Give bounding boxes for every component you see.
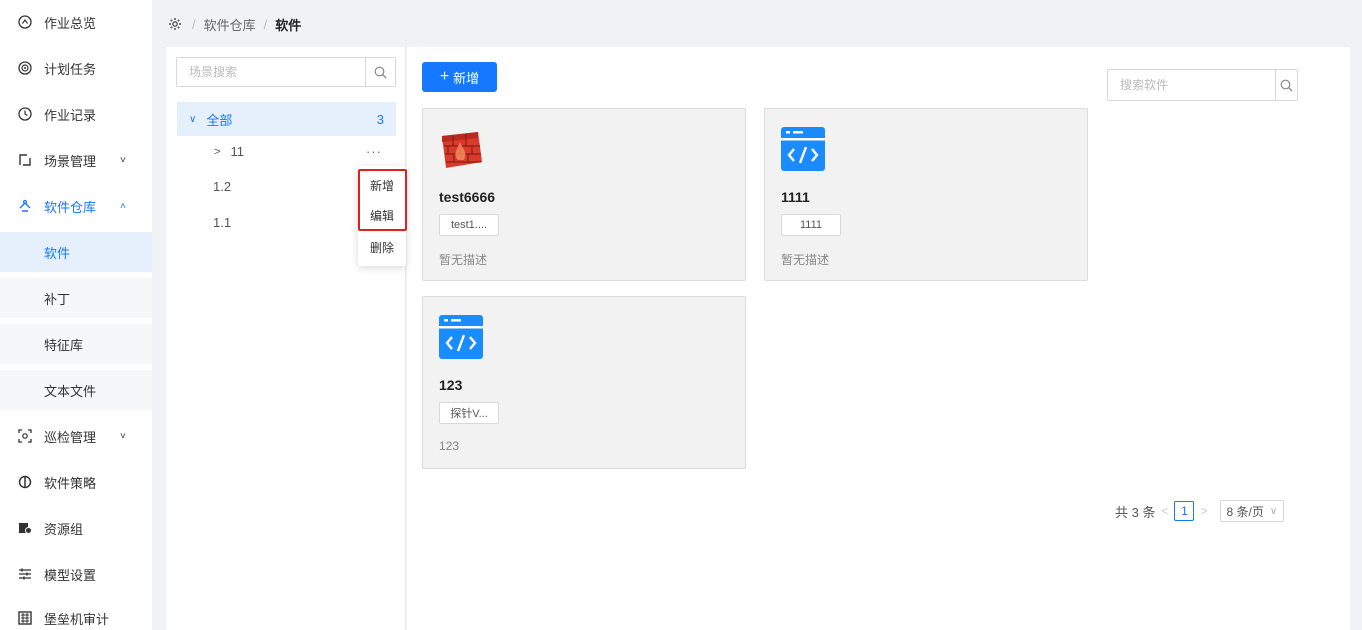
scene-tree-panel: ∨ 全部 3 > 11 ··· 1.2 1.1 [166, 47, 406, 630]
card-name: 1111 [781, 189, 810, 205]
sub-item-label: 特征库 [44, 337, 84, 353]
sub-item-text-files[interactable]: 文本文件 [0, 370, 152, 410]
pagination: 共 3 条 < 1 > 8 条/页 ∨ [1115, 500, 1285, 522]
page-size-select[interactable]: 8 条/页 ∨ [1219, 500, 1285, 522]
nav-item-resource-group[interactable]: 资源组 [0, 508, 152, 548]
sidebar: 作业总览 计划任务 作业记录 场景管理 ˅ 软件仓库 ˄ 软件 补丁 特征库 文… [0, 0, 152, 630]
card-description: 暂无描述 [781, 253, 830, 267]
breadcrumb: / 软件仓库 / 软件 [152, 0, 1362, 48]
software-card[interactable]: 123 探针V... 123 [422, 296, 746, 469]
nav-item-model-settings[interactable]: 模型设置 [0, 554, 152, 594]
code-window-icon [780, 126, 826, 172]
software-search-input[interactable] [1108, 70, 1275, 100]
nav-label: 场景管理 [44, 153, 97, 169]
scene-search-input[interactable] [177, 58, 365, 86]
page-size-value: 8 条/页 [1226, 504, 1264, 519]
gear-icon[interactable] [168, 17, 182, 31]
dashboard-icon [18, 15, 32, 29]
chevron-right-icon[interactable]: > [1200, 504, 1207, 518]
software-card[interactable]: 1111 1111 暂无描述 [764, 108, 1088, 281]
chevron-down-icon: ∨ [1269, 505, 1278, 517]
pagination-total: 共 3 条 [1115, 504, 1156, 520]
breadcrumb-separator: / [192, 16, 196, 32]
add-software-button[interactable]: + 新增 [422, 62, 497, 92]
nav-label: 堡垒机审计 [44, 611, 110, 627]
nav-item-job-overview[interactable]: 作业总览 [0, 2, 152, 42]
sub-item-software[interactable]: 软件 [0, 232, 152, 272]
firewall-icon [438, 126, 484, 172]
nav-item-scheduled-tasks[interactable]: 计划任务 [0, 48, 152, 88]
tree-node-all[interactable]: ∨ 全部 3 [177, 102, 396, 136]
sub-item-label: 补丁 [44, 291, 71, 307]
card-name: 123 [439, 377, 463, 393]
card-name: test6666 [439, 189, 496, 205]
chevron-left-icon[interactable]: < [1161, 504, 1168, 518]
card-description: 暂无描述 [439, 253, 488, 267]
nav-item-scene-management[interactable]: 场景管理 ˅ [0, 140, 152, 180]
nav-label: 软件仓库 [44, 199, 97, 215]
audit-icon [18, 611, 32, 625]
settings-icon [18, 567, 32, 581]
breadcrumb-parent[interactable]: 软件仓库 [204, 15, 256, 34]
sub-item-label: 文本文件 [44, 383, 97, 399]
tree-node-label: 11 [230, 144, 244, 159]
tree-node-context-menu: 新增 编辑 删除 [358, 166, 406, 266]
plus-icon: + [439, 68, 450, 85]
page-number[interactable]: 1 [1174, 501, 1195, 521]
breadcrumb-separator: / [263, 16, 268, 32]
nav-item-software-repository[interactable]: 软件仓库 ˄ [0, 186, 152, 226]
scene-search [176, 57, 396, 87]
breadcrumb-current: 软件 [275, 17, 302, 33]
target-icon [18, 61, 32, 75]
add-button-label: 新增 [453, 70, 480, 86]
nav-label: 巡检管理 [44, 429, 97, 445]
nav-item-bastion-audit[interactable]: 堡垒机审计 [0, 598, 152, 630]
inspect-icon [18, 429, 32, 443]
menu-item-add[interactable]: 新增 [358, 172, 406, 198]
tree-node-1-1[interactable]: 1.1 [213, 215, 231, 230]
menu-item-delete[interactable]: 删除 [358, 234, 406, 260]
code-window-icon [438, 314, 484, 360]
sub-item-label: 软件 [44, 245, 71, 261]
history-icon [18, 107, 32, 121]
nav-label: 资源组 [44, 521, 84, 537]
chevron-down-icon: ˅ [120, 154, 126, 166]
more-icon[interactable]: ··· [366, 144, 382, 159]
chevron-down-icon: ˅ [120, 430, 126, 442]
tree-node-label: 1.2 [213, 179, 232, 194]
menu-item-edit[interactable]: 编辑 [358, 202, 406, 228]
nav-label: 计划任务 [44, 61, 97, 77]
card-tag: 探针V... [439, 402, 499, 424]
sub-item-signature-lib[interactable]: 特征库 [0, 324, 152, 364]
tree-node-label: 全部 [206, 112, 233, 128]
software-content: + 新增 test6666 test1.... 暂无描述 [407, 47, 1350, 630]
chevron-up-icon: ˄ [120, 200, 126, 212]
resource-icon [18, 521, 32, 535]
tree-node-label: 1.1 [213, 215, 232, 230]
nav-label: 软件策略 [44, 475, 97, 491]
card-tag: test1.... [439, 214, 499, 236]
repository-icon [18, 199, 32, 213]
nav-item-software-policy[interactable]: 软件策略 [0, 462, 152, 502]
search-icon[interactable] [1275, 70, 1297, 100]
software-search [1107, 69, 1298, 101]
tree-node-1-2[interactable]: 1.2 [213, 179, 231, 194]
search-icon[interactable] [365, 58, 395, 86]
tree-node-count: 3 [376, 111, 384, 127]
policy-icon [18, 475, 32, 489]
nav-label: 作业总览 [44, 15, 97, 31]
nav-label: 模型设置 [44, 567, 97, 583]
nav-item-job-records[interactable]: 作业记录 [0, 94, 152, 134]
chevron-down-icon[interactable]: ∨ [189, 114, 196, 125]
card-tag: 1111 [781, 214, 841, 236]
scene-icon [18, 153, 32, 167]
software-card[interactable]: test6666 test1.... 暂无描述 [422, 108, 746, 281]
sub-item-patch[interactable]: 补丁 [0, 278, 152, 318]
tree-node-11[interactable]: > 11 [214, 144, 244, 159]
card-description: 123 [439, 439, 460, 453]
chevron-right-icon[interactable]: > [214, 146, 220, 158]
nav-label: 作业记录 [44, 107, 97, 123]
nav-item-inspection-management[interactable]: 巡检管理 ˅ [0, 416, 152, 456]
